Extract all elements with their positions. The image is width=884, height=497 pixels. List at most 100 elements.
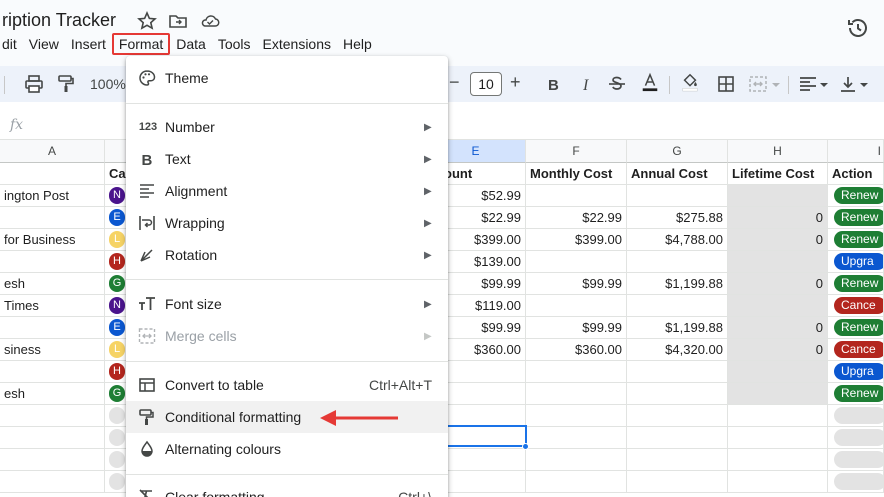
action-chip[interactable]: Renew (834, 275, 883, 292)
table-cell[interactable] (0, 317, 105, 339)
table-cell[interactable] (526, 427, 627, 449)
fill-color-icon[interactable] (680, 72, 700, 92)
zoom-select[interactable]: 100% (90, 76, 126, 92)
category-chip[interactable]: E (109, 209, 125, 226)
table-cell[interactable] (0, 207, 105, 229)
table-cell[interactable]: esh (0, 273, 105, 295)
action-chip[interactable]: Upgra (834, 363, 883, 380)
table-cell[interactable]: Renew (828, 383, 884, 405)
column-header-h[interactable]: H (728, 140, 828, 163)
table-cell[interactable] (728, 295, 828, 317)
table-cell[interactable]: 0 (728, 229, 828, 251)
action-chip[interactable]: Cance (834, 297, 883, 314)
table-cell[interactable] (728, 185, 828, 207)
valign-dropdown-icon[interactable] (858, 74, 870, 94)
action-chip-empty[interactable] (834, 429, 883, 446)
category-chip[interactable]: H (109, 253, 125, 270)
increase-font-size-button[interactable]: + (510, 72, 521, 93)
category-chip[interactable]: G (109, 275, 125, 292)
table-cell[interactable] (526, 471, 627, 493)
table-cell[interactable]: 0 (728, 317, 828, 339)
category-chip[interactable]: G (109, 385, 125, 402)
star-icon[interactable] (137, 11, 157, 31)
table-cell[interactable]: for Business (0, 229, 105, 251)
table-cell[interactable]: $360.00 (526, 339, 627, 361)
action-chip-empty[interactable] (834, 473, 883, 490)
table-cell[interactable] (0, 361, 105, 383)
table-cell[interactable]: Cance (828, 295, 884, 317)
table-cell[interactable]: $1,199.88 (627, 273, 728, 295)
table-cell[interactable]: $99.99 (526, 317, 627, 339)
table-cell[interactable]: $275.88 (627, 207, 728, 229)
table-cell[interactable]: Renew (828, 273, 884, 295)
table-cell[interactable]: $99.99 (526, 273, 627, 295)
fill-handle[interactable] (522, 443, 529, 450)
action-chip[interactable]: Cance (834, 341, 883, 358)
header-cell-monthly-cost[interactable]: Monthly Cost (526, 163, 627, 185)
header-cell-annual-cost[interactable]: Annual Cost (627, 163, 728, 185)
column-header-f[interactable]: F (526, 140, 627, 163)
menu-item-alignment[interactable]: Alignment ▶ (126, 175, 448, 207)
action-chip[interactable]: Renew (834, 231, 883, 248)
menu-item-theme[interactable]: Theme (126, 62, 448, 94)
table-cell[interactable]: ington Post (0, 185, 105, 207)
action-chip[interactable]: Renew (834, 209, 883, 226)
action-chip[interactable]: Renew (834, 187, 883, 204)
menu-item-font-size[interactable]: Font size ▶ (126, 288, 448, 320)
header-cell-action[interactable]: Action (828, 163, 884, 185)
category-chip[interactable]: H (109, 363, 125, 380)
table-cell[interactable] (627, 427, 728, 449)
table-cell[interactable]: 0 (728, 339, 828, 361)
table-cell[interactable] (627, 405, 728, 427)
category-chip-empty[interactable] (109, 429, 125, 446)
table-cell[interactable]: Renew (828, 317, 884, 339)
action-chip[interactable]: Renew (834, 319, 883, 336)
table-cell[interactable] (627, 449, 728, 471)
table-cell[interactable]: $4,788.00 (627, 229, 728, 251)
table-cell[interactable] (0, 251, 105, 273)
table-cell[interactable]: Renew (828, 185, 884, 207)
category-chip[interactable]: E (109, 319, 125, 336)
column-header-g[interactable]: G (627, 140, 728, 163)
menu-item-number[interactable]: 123 Number ▶ (126, 111, 448, 143)
menu-extensions[interactable]: Extensions (257, 33, 337, 55)
table-cell[interactable]: 0 (728, 273, 828, 295)
strikethrough-icon[interactable] (607, 74, 627, 94)
table-cell[interactable] (526, 361, 627, 383)
table-cell[interactable]: Renew (828, 207, 884, 229)
table-cell[interactable] (0, 471, 105, 493)
move-to-folder-icon[interactable] (168, 11, 188, 31)
version-history-icon[interactable] (846, 16, 870, 40)
table-cell[interactable]: Times (0, 295, 105, 317)
italic-icon[interactable]: I (576, 74, 596, 94)
table-cell[interactable] (526, 383, 627, 405)
table-cell[interactable] (526, 251, 627, 273)
action-chip[interactable]: Renew (834, 385, 883, 402)
bold-icon[interactable]: B (543, 74, 563, 94)
menu-view[interactable]: View (23, 33, 65, 55)
table-cell[interactable] (828, 427, 884, 449)
action-chip[interactable]: Upgra (834, 253, 883, 270)
action-chip-empty[interactable] (834, 407, 883, 424)
decrease-font-size-button[interactable]: − (449, 72, 460, 93)
menu-tools[interactable]: Tools (212, 33, 257, 55)
category-chip[interactable]: L (109, 231, 125, 248)
table-cell[interactable] (627, 185, 728, 207)
column-header-a[interactable]: A (0, 140, 105, 163)
print-icon[interactable] (24, 74, 44, 94)
table-cell[interactable]: 0 (728, 207, 828, 229)
menu-item-clear-formatting[interactable]: Clear formatting Ctrl+\ (126, 481, 448, 497)
document-title[interactable]: ription Tracker (2, 10, 116, 31)
align-dropdown-icon[interactable] (818, 74, 830, 94)
header-cell-lifetime-cost[interactable]: Lifetime Cost (728, 163, 828, 185)
cloud-saved-icon[interactable] (200, 11, 220, 31)
vertical-align-icon[interactable] (838, 74, 858, 94)
table-cell[interactable] (728, 471, 828, 493)
horizontal-align-icon[interactable] (798, 74, 818, 94)
table-cell[interactable]: $399.00 (526, 229, 627, 251)
menu-format[interactable]: Format (111, 33, 171, 55)
paint-format-icon[interactable] (56, 74, 76, 94)
table-cell[interactable] (627, 471, 728, 493)
menu-insert[interactable]: Insert (65, 33, 112, 55)
menu-item-text[interactable]: B Text ▶ (126, 143, 448, 175)
